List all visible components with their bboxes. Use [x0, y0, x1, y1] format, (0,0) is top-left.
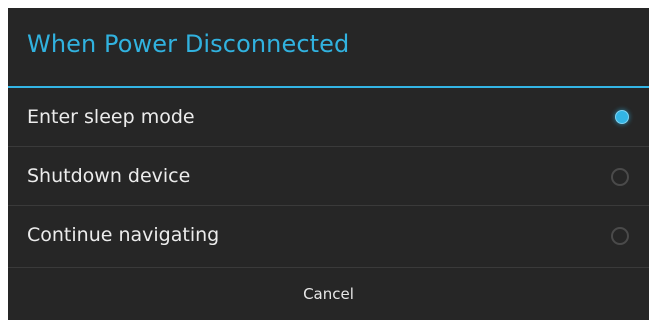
radio-unselected-icon[interactable] — [611, 168, 629, 186]
button-bar: Cancel — [8, 267, 649, 320]
dialog-header: When Power Disconnected — [8, 8, 649, 86]
power-disconnected-dialog: When Power Disconnected Enter sleep mode… — [8, 8, 649, 320]
option-label: Continue navigating — [27, 224, 220, 246]
radio-unselected-icon[interactable] — [611, 227, 629, 245]
options-list: Enter sleep mode Shutdown device Continu… — [8, 88, 649, 264]
option-label: Shutdown device — [27, 165, 191, 187]
option-label: Enter sleep mode — [27, 106, 195, 128]
dialog-title: When Power Disconnected — [27, 30, 350, 58]
option-shutdown-device[interactable]: Shutdown device — [8, 146, 649, 205]
radio-selected-icon[interactable] — [615, 110, 629, 124]
option-enter-sleep-mode[interactable]: Enter sleep mode — [8, 88, 649, 146]
cancel-button[interactable]: Cancel — [8, 268, 649, 320]
option-continue-navigating[interactable]: Continue navigating — [8, 205, 649, 264]
